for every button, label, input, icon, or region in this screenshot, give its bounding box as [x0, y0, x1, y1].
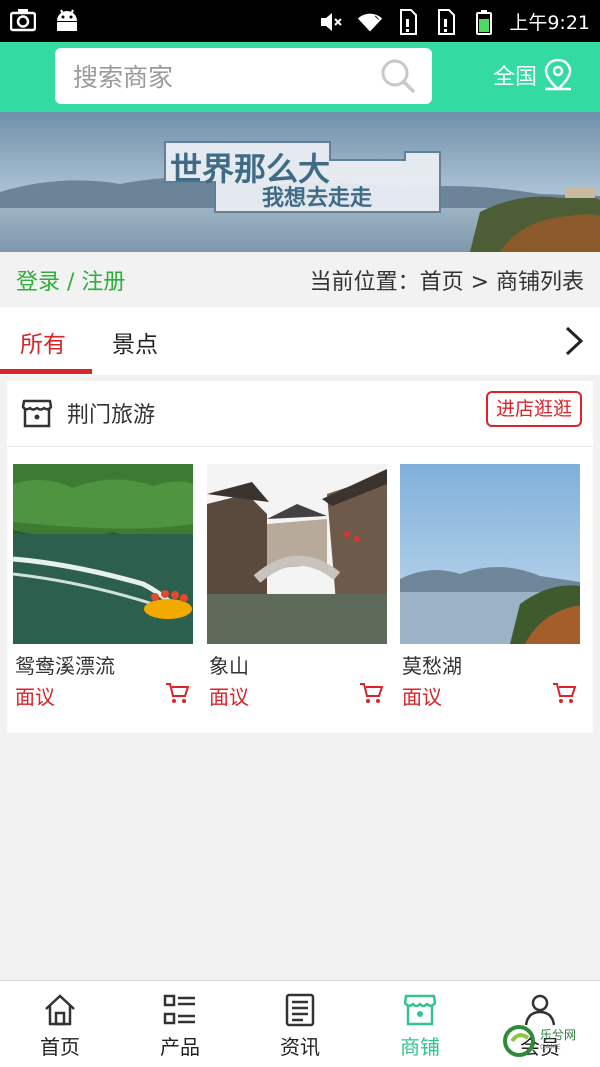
android-icon	[54, 7, 80, 33]
cart-icon[interactable]	[552, 682, 576, 704]
battery-icon	[471, 9, 497, 35]
nav-products[interactable]: 产品	[120, 981, 240, 1067]
nav-home[interactable]: 首页	[0, 981, 120, 1067]
shop-name[interactable]: 荆门旅游	[67, 397, 155, 429]
watermark-subtext: GAME	[540, 1043, 561, 1051]
product-image[interactable]	[13, 464, 193, 644]
breadcrumb: 当前位置：首页 > 商铺列表	[309, 270, 584, 295]
chevron-right-icon[interactable]	[562, 325, 586, 357]
list-icon	[163, 994, 195, 1025]
home-icon	[45, 994, 75, 1026]
news-icon	[285, 993, 315, 1027]
cart-icon[interactable]	[165, 682, 189, 704]
product-item[interactable]: 鸳鸯溪漂流 面议	[13, 464, 193, 710]
watermark-logo: 乐兮网 GAME	[502, 1022, 594, 1060]
nav-news-label: 资讯	[280, 1035, 320, 1059]
product-name: 象山	[209, 654, 249, 678]
watermark-text: 乐兮网	[540, 1028, 577, 1042]
banner-line2: 我想去走走	[262, 185, 372, 210]
product-name: 莫愁湖	[402, 654, 462, 678]
search-input[interactable]: 搜索商家	[55, 48, 432, 104]
camera-icon	[10, 7, 36, 33]
region-selector[interactable]: 全国	[493, 58, 573, 92]
active-tab-indicator	[0, 369, 92, 374]
product-item[interactable]: 莫愁湖 面议	[400, 464, 580, 710]
nav-products-label: 产品	[160, 1035, 200, 1059]
region-label: 全国	[493, 65, 538, 90]
sim2-icon	[433, 8, 459, 35]
product-name: 鸳鸯溪漂流	[15, 654, 115, 678]
banner-image: 世界那么大 我想去走走	[0, 112, 600, 252]
tab-all[interactable]: 所有	[20, 325, 66, 359]
product-image[interactable]	[400, 464, 580, 644]
nav-home-label: 首页	[40, 1035, 80, 1059]
storefront-icon	[21, 399, 53, 428]
mute-icon	[319, 9, 345, 35]
nav-shops-label: 商铺	[400, 1035, 440, 1059]
watermark-icon	[503, 1025, 535, 1057]
enter-shop-button[interactable]: 进店逛逛	[485, 391, 582, 427]
category-tabs: 所有 景点	[0, 307, 600, 375]
nav-news[interactable]: 资讯	[240, 981, 360, 1067]
shop-icon	[403, 994, 437, 1026]
login-register-link[interactable]: 登录 / 注册	[16, 264, 125, 296]
shop-header: 荆门旅游 进店逛逛	[7, 381, 593, 447]
tab-scenic-spots[interactable]: 景点	[112, 325, 158, 359]
search-icon[interactable]	[378, 56, 418, 96]
cart-icon[interactable]	[359, 682, 383, 704]
status-bar: 上午9:21	[0, 0, 600, 42]
product-image[interactable]	[207, 464, 387, 644]
wifi-icon	[357, 9, 383, 35]
status-time: 上午9:21	[509, 12, 590, 34]
shop-card: 荆门旅游 进店逛逛 鸳鸯溪漂流 面议 象山 面议 莫愁湖 面议	[7, 381, 593, 733]
promo-banner[interactable]: 世界那么大 我想去走走	[0, 112, 600, 252]
breadcrumb-bar: 登录 / 注册 当前位置：首页 > 商铺列表	[0, 252, 600, 307]
product-item[interactable]: 象山 面议	[207, 464, 387, 710]
nav-shops[interactable]: 商铺	[360, 981, 480, 1067]
search-placeholder: 搜索商家	[73, 63, 174, 92]
location-pin-icon	[544, 58, 572, 91]
sim1-icon	[395, 8, 421, 35]
app-header: 搜索商家 全国	[0, 42, 600, 112]
banner-line1: 世界那么大	[170, 151, 330, 187]
